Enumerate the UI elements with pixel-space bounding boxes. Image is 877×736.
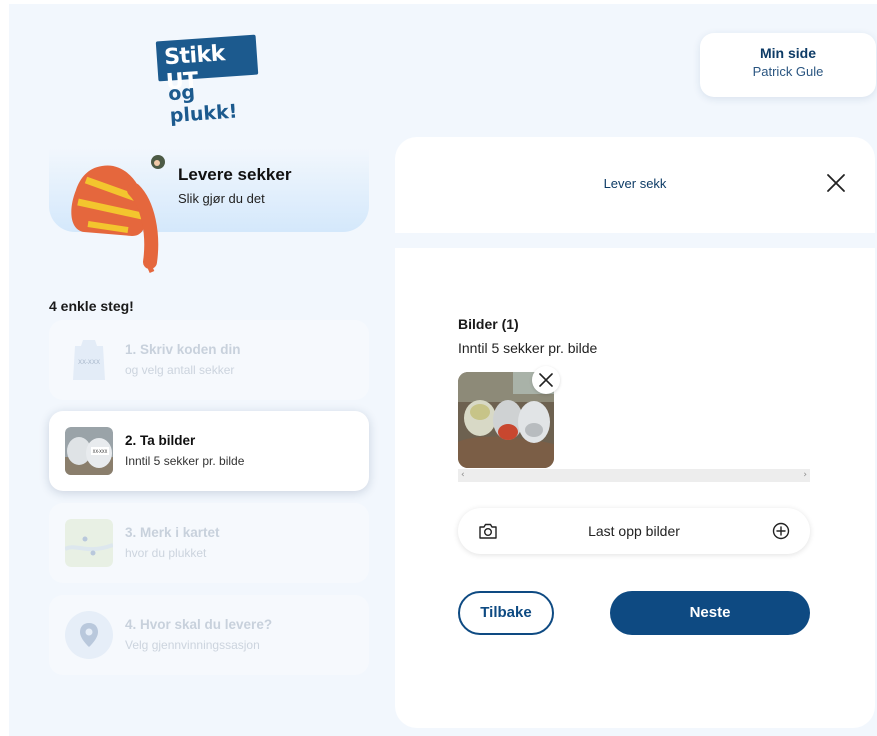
scroll-right-icon[interactable]: › xyxy=(803,470,807,480)
user-name: Patrick Gule xyxy=(752,64,824,79)
step-3-label: 3. Merk i kartet xyxy=(125,525,220,540)
bags-photo-thumbnail: XX-XXX xyxy=(65,427,113,475)
step-3-mark-map[interactable]: 3. Merk i kartet hvor du plukket xyxy=(49,503,369,583)
step-1-label: 1. Skriv koden din xyxy=(125,342,241,357)
modal-body: Bilder (1) Inntil 5 sekker pr. bilde ‹ ›… xyxy=(395,248,875,728)
images-scrollbar[interactable]: ‹ › xyxy=(458,469,810,482)
steps-heading: 4 enkle steg! xyxy=(49,298,134,314)
step-4-subtitle: Velg gjennvinningssasjon xyxy=(125,638,260,652)
back-button[interactable]: Tilbake xyxy=(458,591,554,635)
close-icon[interactable] xyxy=(825,172,847,194)
scroll-left-icon[interactable]: ‹ xyxy=(461,470,465,480)
location-pin-icon xyxy=(65,611,113,659)
thumb-code-text: XX-XXX xyxy=(93,449,108,454)
images-title: Bilder (1) xyxy=(458,316,519,332)
mascot-illustration xyxy=(71,155,165,273)
stikk-ut-logo[interactable]: Stikk UT og plukk! xyxy=(155,34,261,127)
step-4-delivery-location[interactable]: 4. Hvor skal du levere? Velg gjennvinnin… xyxy=(49,595,369,675)
remove-photo-icon[interactable] xyxy=(532,366,560,394)
step-3-subtitle: hvor du plukket xyxy=(125,546,207,560)
modal-header: Lever sekk xyxy=(395,137,875,233)
min-side-title: Min side xyxy=(759,45,816,61)
bag-code-icon: XX-XXX xyxy=(73,340,105,380)
banner-title: Levere sekker xyxy=(178,165,292,184)
step-2-subtitle: Inntil 5 sekker pr. bilde xyxy=(125,454,245,468)
add-circle-icon xyxy=(772,522,790,540)
step-1-subtitle: og velg antall sekker xyxy=(125,363,235,377)
step-4-label: 4. Hvor skal du levere? xyxy=(125,617,273,632)
map-icon xyxy=(65,519,113,567)
images-subtitle: Inntil 5 sekker pr. bilde xyxy=(458,340,598,356)
next-button[interactable]: Neste xyxy=(610,591,810,635)
modal-title: Lever sekk xyxy=(603,176,667,191)
step-2-label: 2. Ta bilder xyxy=(125,433,196,448)
upload-label: Last opp bilder xyxy=(588,523,680,539)
bag-code-text: XX-XXX xyxy=(78,359,100,366)
banner-subtitle: Slik gjør du det xyxy=(178,191,265,206)
step-1-enter-code[interactable]: XX-XXX 1. Skriv koden din og velg antall… xyxy=(49,320,369,400)
step-2-take-photos[interactable]: XX-XXX 2. Ta bilder Inntil 5 sekker pr. … xyxy=(49,411,369,491)
logo-line2: og plukk! xyxy=(167,81,239,128)
min-side-button[interactable]: Min side Patrick Gule xyxy=(700,33,876,97)
upload-images-button[interactable]: Last opp bilder xyxy=(458,508,810,554)
